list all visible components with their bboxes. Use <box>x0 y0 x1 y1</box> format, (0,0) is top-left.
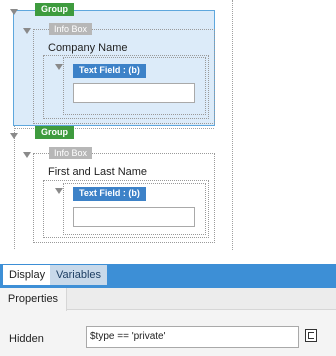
hidden-expression-input[interactable]: $type == 'private' <box>86 326 299 348</box>
collapse-arrow-icon[interactable] <box>10 9 18 15</box>
collapse-arrow-icon[interactable] <box>10 133 18 139</box>
tab-display[interactable]: Display <box>3 265 52 285</box>
info-box-tag[interactable]: Info Box <box>49 147 93 159</box>
hidden-label: Hidden <box>9 333 44 345</box>
group-tag[interactable]: Group <box>35 3 74 16</box>
tab-variables[interactable]: Variables <box>50 265 108 285</box>
first-last-name-input[interactable] <box>73 207 195 227</box>
tree-connector <box>232 0 233 250</box>
tab-properties[interactable]: Properties <box>0 288 67 311</box>
expression-editor-button[interactable] <box>305 329 317 342</box>
text-field-tag[interactable]: Text Field : (b) <box>73 187 146 201</box>
info-box-tag[interactable]: Info Box <box>49 23 93 35</box>
collapse-arrow-icon[interactable] <box>23 28 31 34</box>
collapse-arrow-icon[interactable] <box>23 152 31 158</box>
hidden-expression-value: $type == 'private' <box>90 331 166 342</box>
group-tag[interactable]: Group <box>35 126 74 139</box>
canvas: Group Info Box Company Name Text Field :… <box>0 0 336 264</box>
company-name-label: Company Name <box>48 42 128 54</box>
text-field-tag[interactable]: Text Field : (b) <box>73 64 146 78</box>
first-last-name-label: First and Last Name <box>48 166 148 178</box>
expression-editor-icon <box>308 332 314 339</box>
company-name-input[interactable] <box>73 83 195 103</box>
